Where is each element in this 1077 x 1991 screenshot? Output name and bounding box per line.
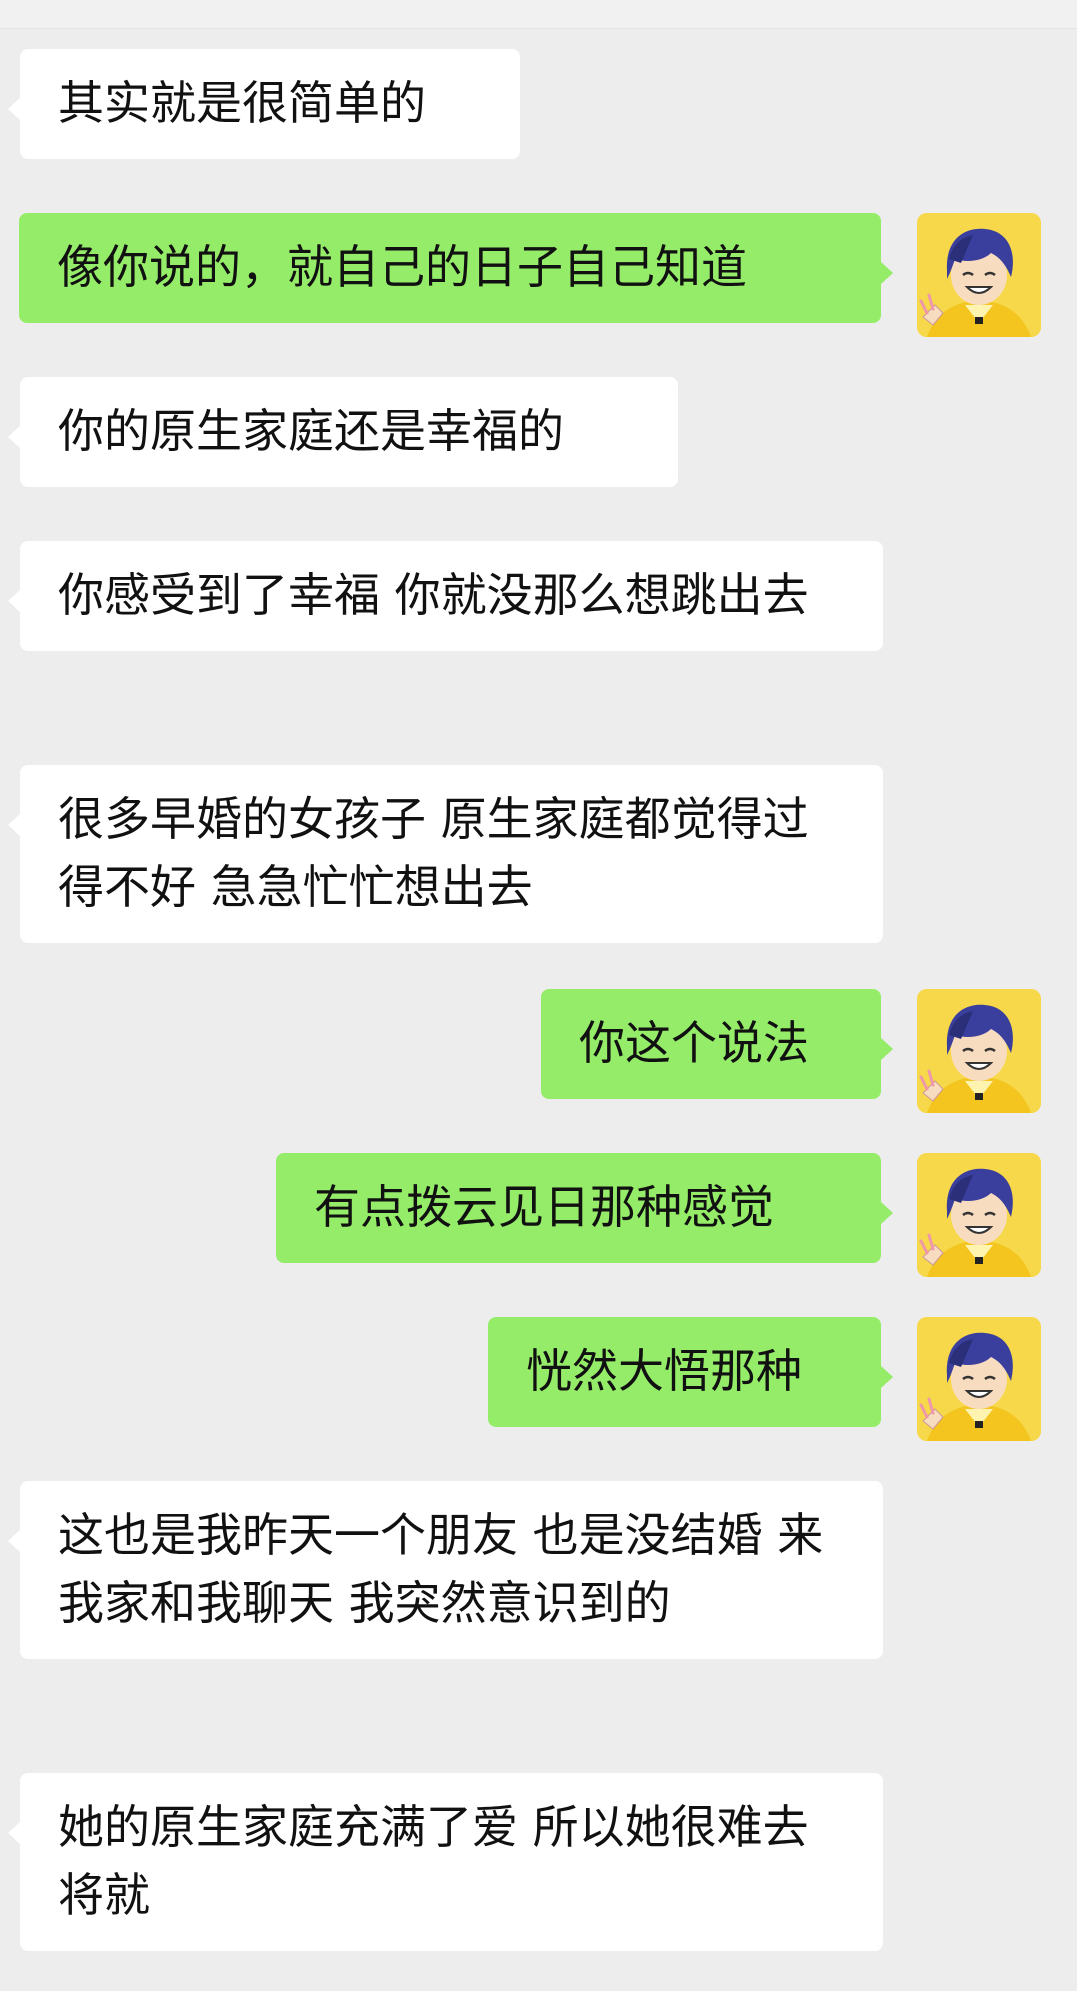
- outgoing-message-bubble[interactable]: 像你说的，就自己的日子自己知道: [19, 213, 893, 323]
- user-avatar[interactable]: [917, 213, 1041, 337]
- incoming-message-bubble[interactable]: 你感受到了幸福 你就没那么想跳出去: [8, 541, 883, 651]
- incoming-message-bubble[interactable]: 很多早婚的女孩子 原生家庭都觉得过得不好 急急忙忙想出去: [8, 765, 883, 943]
- user-avatar[interactable]: [917, 1153, 1041, 1277]
- user-avatar[interactable]: [917, 989, 1041, 1113]
- outgoing-message-bubble[interactable]: 恍然大悟那种: [488, 1317, 893, 1427]
- user-avatar[interactable]: [917, 1317, 1041, 1441]
- incoming-message-bubble[interactable]: 其实就是很简单的: [8, 49, 520, 159]
- incoming-message-bubble[interactable]: 她的原生家庭充满了爱 所以她很难去将就: [8, 1773, 883, 1951]
- outgoing-message-bubble[interactable]: 你这个说法: [541, 989, 893, 1099]
- incoming-message-bubble[interactable]: 这也是我昨天一个朋友 也是没结婚 来我家和我聊天 我突然意识到的: [8, 1481, 883, 1659]
- top-edge: [0, 0, 1077, 29]
- incoming-message-bubble[interactable]: 你的原生家庭还是幸福的: [8, 377, 678, 487]
- outgoing-message-bubble[interactable]: 有点拨云见日那种感觉: [276, 1153, 893, 1263]
